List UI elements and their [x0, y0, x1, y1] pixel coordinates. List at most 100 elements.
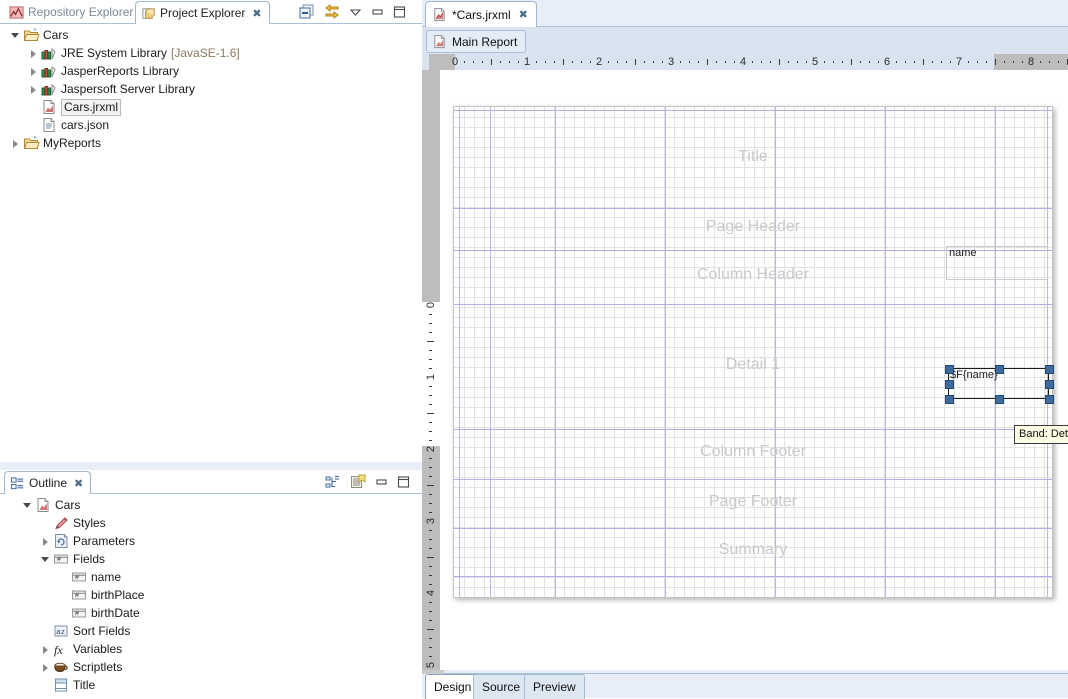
sort-tree-icon[interactable]	[325, 474, 341, 490]
tree-item-jre-system-library[interactable]: JRE System Library [JavaSE-1.6]	[0, 44, 422, 62]
close-icon[interactable]: ✖	[252, 7, 261, 20]
report-page[interactable]: Title Page Header Column Header Detail 1 Col…	[453, 106, 1054, 598]
vertical-ruler: 0 1 2 3 4 5	[422, 70, 440, 670]
expand-arrow-open-icon[interactable]	[40, 554, 51, 565]
grid-line	[534, 107, 535, 597]
view-menu-icon[interactable]	[349, 4, 362, 20]
band-separator-summary[interactable]	[454, 528, 1052, 529]
tab-project-explorer[interactable]: Project Explorer ✖	[135, 1, 270, 24]
grid-line	[454, 477, 1052, 478]
resize-handle-1[interactable]	[994, 365, 1004, 374]
ruler-tick-h	[554, 61, 555, 63]
expand-arrow-open-icon[interactable]	[22, 500, 33, 511]
tree-item-scriptlets[interactable]: Scriptlets	[0, 658, 422, 676]
expand-arrow-none	[28, 120, 39, 131]
resize-handle-7[interactable]	[1045, 395, 1054, 404]
close-icon[interactable]: ✖	[519, 8, 528, 21]
tree-item-sort-fields[interactable]: a z Sort Fields	[0, 622, 422, 640]
link-with-editor-icon[interactable]	[324, 4, 340, 20]
expand-arrow-closed-icon[interactable]	[10, 138, 21, 149]
grid-line	[454, 417, 1052, 418]
resize-handle-6[interactable]	[994, 395, 1004, 404]
minimize-icon[interactable]	[375, 474, 388, 490]
margin-guide-vertical	[490, 107, 491, 597]
svg-text:#: #	[75, 575, 79, 582]
grid-line	[914, 107, 915, 597]
tree-item-text: Cars.jrxml	[61, 98, 121, 116]
band-separator-title[interactable]	[454, 110, 1052, 111]
tab-outline[interactable]: Outline ✖	[4, 471, 92, 494]
tree-item-cars-jrxml[interactable]: Cars.jrxml	[0, 98, 422, 116]
tree-item-parameters[interactable]: Parameters	[0, 532, 422, 550]
expand-arrow-closed-icon[interactable]	[28, 66, 39, 77]
tab-source[interactable]: Source	[473, 674, 530, 699]
tree-item-myreports[interactable]: MyReports	[0, 134, 422, 152]
tree-item-text: birthPlace	[91, 586, 144, 604]
tree-item-jasperreports-library[interactable]: JasperReports Library	[0, 62, 422, 80]
main-report-button[interactable]: Main Report	[426, 30, 527, 53]
expand-arrow-closed-icon[interactable]	[40, 536, 51, 547]
styles-pen-icon	[53, 515, 69, 531]
resize-handle-2[interactable]	[1045, 365, 1054, 374]
grid-line	[624, 107, 625, 597]
ruler-tick-h	[734, 61, 735, 63]
expand-arrow-closed-icon[interactable]	[40, 662, 51, 673]
tab-repository-explorer[interactable]: Repository Explorer	[4, 1, 140, 23]
grid-line	[564, 107, 565, 597]
editor-tab-cars-jrxml[interactable]: *Cars.jrxml ✖	[425, 1, 537, 27]
collapse-all-icon[interactable]	[299, 4, 315, 20]
static-text-name[interactable]: name	[946, 246, 1048, 280]
tree-item-label: birthDate	[91, 606, 140, 620]
tree-item-label: JRE System Library	[61, 46, 168, 60]
band-separator-page-header[interactable]	[454, 208, 1052, 209]
resize-handle-4[interactable]	[1045, 379, 1054, 389]
tree-item-styles[interactable]: Styles	[0, 514, 422, 532]
tree-item-title[interactable]: Title	[0, 676, 422, 694]
tree-item-birthplace[interactable]: # birthPlace	[0, 586, 422, 604]
tree-item-cars[interactable]: Cars	[0, 496, 422, 514]
tree-item-birthdate[interactable]: # birthDate	[0, 604, 422, 622]
band-separator-detail-1[interactable]	[454, 304, 1052, 305]
report-properties-icon[interactable]	[350, 474, 366, 490]
grid-line	[584, 107, 585, 597]
grid-line	[1014, 107, 1015, 597]
tree-item-cars-json[interactable]: cars.json	[0, 116, 422, 134]
project-explorer-tree[interactable]: Cars JRE System Library [JavaSE-1.6] Jasper…	[0, 26, 422, 462]
expand-arrow-none	[58, 590, 69, 601]
outline-tree[interactable]: Cars Styles Parameters # Fields # name # birthPl…	[0, 496, 422, 698]
grid-line	[544, 107, 545, 597]
expand-arrow-closed-icon[interactable]	[40, 644, 51, 655]
close-icon[interactable]: ✖	[74, 477, 83, 490]
report-toolbar: Main Report	[422, 27, 1068, 54]
sort-fields-icon: az	[53, 623, 69, 639]
panel-sash[interactable]	[0, 462, 422, 470]
minimize-icon[interactable]	[371, 4, 384, 20]
ruler-tick-v	[429, 503, 432, 504]
tree-item-cars[interactable]: Cars	[0, 26, 422, 44]
design-canvas[interactable]: Title Page Header Column Header Detail 1 Col…	[440, 70, 1068, 670]
maximize-icon[interactable]	[393, 4, 406, 20]
tab-preview[interactable]: Preview	[524, 674, 585, 699]
tree-item-name[interactable]: # name	[0, 568, 422, 586]
resize-handle-5[interactable]	[945, 395, 954, 404]
ruler-tick-v	[429, 323, 432, 324]
text-field-name[interactable]: $F{name}	[945, 365, 1054, 404]
band-separator-page-footer[interactable]	[454, 479, 1052, 480]
expand-arrow-none	[40, 680, 51, 691]
resize-handle-0[interactable]	[945, 365, 954, 374]
tree-item-variables[interactable]: fx Variables	[0, 640, 422, 658]
expand-arrow-open-icon[interactable]	[10, 30, 21, 41]
tree-item-label: Styles	[73, 516, 106, 530]
ruler-tick-h	[518, 61, 519, 63]
grid-line	[454, 117, 1052, 118]
maximize-icon[interactable]	[397, 474, 410, 490]
band-separator-column-footer[interactable]	[454, 429, 1052, 430]
grid-line	[454, 167, 1052, 168]
expand-arrow-closed-icon[interactable]	[28, 84, 39, 95]
tree-item-jaspersoft-server-library[interactable]: Jaspersoft Server Library	[0, 80, 422, 98]
tree-item-label: Cars.jrxml	[61, 98, 121, 116]
expand-arrow-none	[40, 518, 51, 529]
resize-handle-3[interactable]	[945, 379, 954, 389]
expand-arrow-closed-icon[interactable]	[28, 48, 39, 59]
tree-item-fields[interactable]: # Fields	[0, 550, 422, 568]
